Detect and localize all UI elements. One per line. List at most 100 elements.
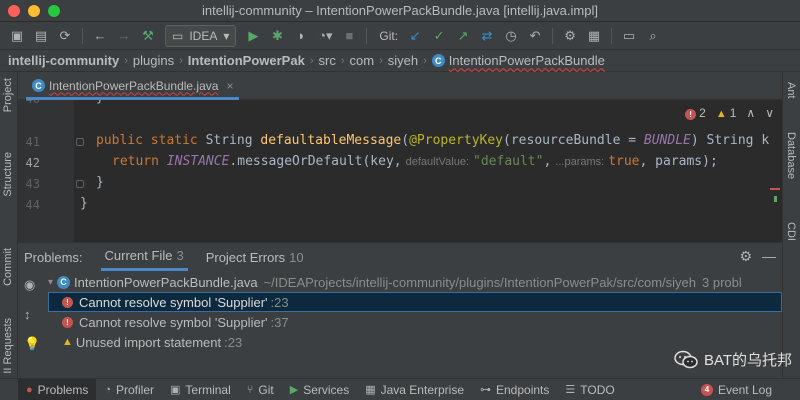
autoscroll-icon[interactable]: ↕ (24, 307, 40, 322)
warning-icon: ▲ (62, 336, 73, 348)
code-editor[interactable]: 40 41 42 43 44 } public static String de… (18, 100, 782, 242)
endpoints-icon: ⊶ (480, 384, 491, 396)
chevron-up-icon[interactable]: ∧ (746, 106, 755, 120)
tool-event-log[interactable]: 4 Event Log (693, 379, 780, 400)
run-configuration-select[interactable]: ▭ IDEA ▾ (165, 24, 237, 47)
problems-title: Problems: (24, 249, 83, 265)
line-number: 42 (25, 156, 40, 170)
breadcrumb-item[interactable]: com (350, 53, 375, 68)
minimize-window-button[interactable] (28, 4, 40, 17)
watermark: BAT的乌托邦 (674, 349, 792, 370)
tool-window-cdi[interactable]: CDI (785, 222, 797, 241)
code-line: } (96, 100, 104, 105)
run-icon[interactable]: ▶ (242, 25, 264, 47)
tool-window-commit[interactable]: Commit (2, 248, 14, 286)
breadcrumb-item[interactable]: IntentionPowerPak (188, 53, 305, 68)
list-item[interactable]: ! Cannot resolve symbol 'Supplier' :37 (48, 312, 782, 332)
inspection-widget[interactable]: ! 2 ▲ 1 ∧ ∨ (685, 106, 774, 120)
problems-header: Problems: Current File 3 Project Errors 10… (18, 243, 782, 271)
tool-endpoints[interactable]: ⊶ Endpoints (472, 379, 557, 400)
eye-icon[interactable]: ◉ (24, 277, 40, 293)
tool-terminal[interactable]: ▣ Terminal (162, 379, 239, 400)
problems-tool-window: Problems: Current File 3 Project Errors 10… (18, 242, 782, 378)
git-push-icon[interactable]: ↗ (452, 25, 474, 47)
git-history-clock-icon[interactable]: ◷ (500, 25, 522, 47)
git-compare-icon[interactable]: ⇄ (476, 25, 498, 47)
maximize-window-button[interactable] (48, 4, 60, 17)
tool-git[interactable]: ⑂ Git (239, 379, 282, 400)
tool-window-project[interactable]: Project (2, 78, 14, 112)
breadcrumb-item[interactable]: IntentionPowerPackBundle (449, 53, 605, 68)
git-icon: ⑂ (246, 383, 254, 396)
minimize-icon[interactable]: — (762, 248, 776, 265)
stop-icon[interactable]: ■ (338, 25, 360, 47)
save-all-icon[interactable]: ▤ (30, 25, 52, 47)
list-item[interactable]: ! Cannot resolve symbol 'Supplier' :23 (48, 292, 782, 312)
search-icon[interactable]: ⌕ (642, 25, 664, 47)
main-toolbar: ▣ ▤ ⟳ ← → ⚒ ▭ IDEA ▾ ▶ ✱ ◗ ◔▾ ■ Git: ↙ ✓… (0, 22, 800, 50)
fold-marker-icon[interactable] (76, 180, 84, 188)
tab-project-errors[interactable]: Project Errors 10 (206, 243, 304, 271)
git-commit-icon[interactable]: ✓ (428, 25, 450, 47)
settings-wrench-icon[interactable]: ⚙ (559, 25, 581, 47)
gear-icon[interactable]: ⚙ (739, 248, 752, 265)
java-enterprise-icon: ▦ (365, 384, 376, 396)
error-stripe[interactable] (770, 188, 780, 208)
error-count[interactable]: ! 2 (685, 106, 706, 120)
tool-window-database[interactable]: Database (785, 132, 797, 179)
line-number: 43 (25, 177, 40, 191)
editor-tab-label: IntentionPowerPackBundle.java (49, 78, 219, 93)
terminal-icon: ▣ (170, 384, 181, 396)
toolbar-divider (82, 27, 83, 44)
breadcrumb-item[interactable]: siyeh (388, 53, 418, 68)
chevron-down-icon[interactable]: ▾ (48, 277, 53, 288)
tool-window-bar: ● Problems ◔ Profiler ▣ Terminal ⑂ Git ▶ Serv… (0, 378, 800, 400)
tool-services[interactable]: ▶ Services (282, 379, 357, 400)
breadcrumb-item[interactable]: src (318, 53, 335, 68)
chevron-down-icon[interactable]: ∨ (765, 106, 774, 120)
back-icon[interactable]: ← (89, 25, 111, 47)
fold-marker-icon[interactable] (76, 138, 84, 146)
list-item-file[interactable]: ▾ C IntentionPowerPackBundle.java ~/IDEA… (48, 272, 782, 292)
warning-count[interactable]: ▲ 1 (716, 106, 737, 120)
code-line: } (96, 175, 104, 190)
editor-tab[interactable]: C IntentionPowerPackBundle.java × (26, 74, 240, 100)
project-structure-icon[interactable]: ▦ (583, 25, 605, 47)
git-update-icon[interactable]: ↙ (404, 25, 426, 47)
parameter-hint: defaultValue: (405, 156, 470, 168)
problems-icon: ● (26, 383, 33, 396)
lightbulb-icon[interactable]: 💡 (24, 336, 40, 352)
tool-profiler[interactable]: ◔ Profiler (96, 379, 162, 400)
problems-list: ▾ C IntentionPowerPackBundle.java ~/IDEA… (48, 272, 782, 352)
close-icon[interactable]: × (226, 79, 233, 93)
coverage-shield-icon[interactable]: ◗ (290, 25, 312, 47)
build-hammer-icon[interactable]: ⚒ (137, 25, 159, 47)
tool-problems[interactable]: ● Problems (18, 378, 97, 400)
list-item[interactable]: ▲ Unused import statement :23 (48, 332, 782, 352)
tool-window-structure[interactable]: Structure (2, 152, 14, 197)
java-class-icon: C (57, 275, 71, 289)
forward-icon[interactable]: → (113, 25, 135, 47)
title-bar: intellij-community – IntentionPowerPackB… (0, 0, 800, 22)
tool-todo[interactable]: ☰ TODO (557, 379, 622, 400)
debug-bug-icon[interactable]: ✱ (266, 25, 288, 47)
tool-java-enterprise[interactable]: ▦ Java Enterprise (357, 379, 472, 400)
line-number: 40 (18, 100, 40, 106)
breadcrumb-item[interactable]: plugins (133, 53, 174, 68)
tool-window-ant[interactable]: Ant (785, 82, 797, 99)
toolbar-divider (552, 27, 554, 44)
breadcrumb-item[interactable]: intellij-community (8, 53, 119, 68)
profile-icon[interactable]: ◔▾ (314, 25, 336, 47)
close-window-button[interactable] (8, 4, 20, 17)
presentation-icon[interactable]: ▭ (618, 25, 640, 47)
line-number: 41 (25, 135, 40, 149)
open-folder-icon[interactable]: ▣ (6, 25, 28, 47)
sync-icon[interactable]: ⟳ (54, 25, 76, 47)
chevron-down-icon: ▾ (223, 28, 230, 43)
git-rollback-icon[interactable]: ↶ (524, 25, 546, 47)
todo-icon: ☰ (565, 384, 576, 396)
tab-current-file[interactable]: Current File 3 (100, 243, 188, 271)
tool-window-requests[interactable]: II Requests (2, 318, 14, 374)
wechat-logo-icon (674, 350, 698, 368)
chevron-right-icon: › (124, 54, 128, 67)
